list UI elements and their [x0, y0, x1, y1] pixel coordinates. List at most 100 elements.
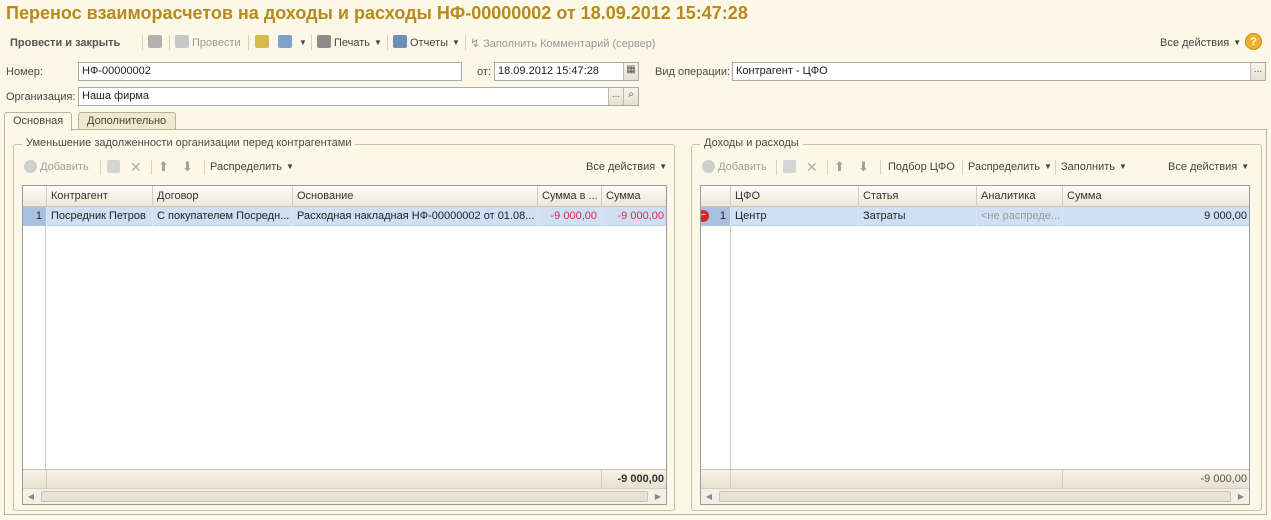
- tab-main[interactable]: Основная: [4, 112, 72, 131]
- add-button[interactable]: Добавить: [24, 159, 89, 175]
- column-header-number: [23, 186, 47, 207]
- table-row[interactable]: − 1 Центр Затраты <не распреде... 9 000,…: [701, 207, 1249, 226]
- fill-menu[interactable]: Заполнить ▼: [1061, 159, 1127, 175]
- document-title: Перенос взаиморасчетов на доходы и расхо…: [6, 3, 748, 23]
- scroll-right-icon[interactable]: ▶: [1233, 489, 1249, 504]
- number-field[interactable]: НФ-00000002: [78, 62, 462, 81]
- income-expense-table[interactable]: ЦФО Статья Аналитика Сумма − 1 Центр Зат…: [700, 185, 1250, 505]
- operation-type-field[interactable]: Контрагент - ЦФО ...: [732, 62, 1266, 81]
- fill-comment-button[interactable]: ↯ Заполнить Комментарий (сервер): [470, 34, 655, 52]
- cell-counterparty[interactable]: Посредник Петров: [47, 207, 153, 226]
- move-down-button[interactable]: ⬇: [182, 159, 193, 175]
- cell-sum[interactable]: 9 000,00: [1063, 207, 1249, 226]
- organization-value: Наша фирма: [82, 90, 150, 102]
- save-button[interactable]: [148, 34, 165, 52]
- horizontal-scrollbar[interactable]: ◀ ▶: [701, 488, 1249, 504]
- help-icon[interactable]: ?: [1245, 33, 1262, 50]
- table-footer: -9 000,00: [701, 469, 1249, 489]
- organization-field[interactable]: Наша фирма ... ⌕: [78, 87, 639, 106]
- print-menu[interactable]: Печать ▼: [317, 34, 382, 52]
- document-arrow-icon: [278, 35, 292, 48]
- create-based-button[interactable]: ▼: [278, 34, 307, 52]
- cell-analytics[interactable]: <не распреде...: [977, 207, 1063, 226]
- all-actions-menu[interactable]: Все действия ▼: [1160, 34, 1241, 52]
- journal-button[interactable]: [255, 34, 272, 52]
- column-header-cfo[interactable]: ЦФО: [731, 186, 859, 207]
- cell-sum-in[interactable]: -9 000,00: [538, 207, 602, 226]
- group-debt-reduction: Уменьшение задолженности организации пер…: [13, 137, 675, 511]
- horizontal-scrollbar[interactable]: ◀ ▶: [23, 488, 666, 504]
- calendar-icon[interactable]: ▦: [623, 63, 638, 80]
- close-icon: ✕: [806, 159, 818, 175]
- chevron-down-icon: ▼: [1241, 162, 1250, 171]
- ellipsis-button[interactable]: ...: [1250, 63, 1265, 80]
- cell-contract[interactable]: С покупателем Посредн...: [153, 207, 293, 226]
- all-actions-menu[interactable]: Все действия ▼: [586, 159, 667, 175]
- footer-cell: [23, 470, 47, 489]
- scroll-left-icon[interactable]: ◀: [701, 489, 717, 504]
- column-header-analytics[interactable]: Аналитика: [977, 186, 1063, 207]
- search-icon[interactable]: ⌕: [623, 88, 638, 105]
- column-header-contract[interactable]: Договор: [153, 186, 293, 207]
- column-header-basis[interactable]: Основание: [293, 186, 538, 207]
- add-label: Добавить: [40, 161, 89, 173]
- cell-basis[interactable]: Расходная накладная НФ-00000002 от 01.08…: [293, 207, 538, 226]
- move-up-button[interactable]: ⬆: [158, 159, 169, 175]
- group-title: Уменьшение задолженности организации пер…: [22, 137, 356, 149]
- delete-button[interactable]: ✕: [130, 159, 142, 175]
- organization-label: Организация:: [6, 91, 76, 103]
- column-header-item[interactable]: Статья: [859, 186, 977, 207]
- scroll-right-icon[interactable]: ▶: [650, 489, 666, 504]
- printer-icon: [317, 35, 331, 48]
- error-icon: −: [701, 210, 709, 222]
- separator: [387, 35, 388, 50]
- date-value: 18.09.2012 15:47:28: [498, 65, 599, 77]
- pick-cfo-button[interactable]: Подбор ЦФО: [888, 159, 955, 175]
- all-actions-label: Все действия: [586, 161, 656, 173]
- reports-menu[interactable]: Отчеты ▼: [393, 34, 460, 52]
- row-number-value: 1: [719, 210, 726, 222]
- distribute-menu[interactable]: Распределить ▼: [210, 159, 294, 175]
- move-up-button[interactable]: ⬆: [834, 159, 845, 175]
- chevron-down-icon: ▼: [452, 38, 460, 47]
- chevron-down-icon: ▼: [299, 38, 307, 47]
- all-actions-menu[interactable]: Все действия ▼: [1168, 159, 1249, 175]
- cell-item[interactable]: Затраты: [859, 207, 977, 226]
- chevron-down-icon: ▼: [286, 162, 294, 171]
- post-button[interactable]: Провести: [175, 34, 241, 52]
- distribute-menu[interactable]: Распределить ▼: [968, 159, 1052, 175]
- post-and-close-button[interactable]: Провести и закрыть: [10, 34, 120, 52]
- close-icon: ✕: [130, 159, 142, 175]
- delete-button[interactable]: ✕: [806, 159, 818, 175]
- operation-type-value: Контрагент - ЦФО: [736, 65, 828, 77]
- ellipsis-button[interactable]: ...: [608, 88, 623, 105]
- copy-button[interactable]: [107, 159, 120, 175]
- arrow-icon: ↯: [470, 36, 481, 50]
- move-down-button[interactable]: ⬇: [858, 159, 869, 175]
- column-header-counterparty[interactable]: Контрагент: [47, 186, 153, 207]
- column-header-sum[interactable]: Сумма: [602, 186, 666, 207]
- post-icon: [175, 35, 189, 48]
- footer-cell: [731, 470, 1063, 489]
- scroll-left-icon[interactable]: ◀: [23, 489, 39, 504]
- tab-additional[interactable]: Дополнительно: [78, 112, 176, 130]
- table-toolbar: Добавить ✕ ⬆ ⬇ Распределить ▼ Все действи…: [24, 159, 669, 175]
- all-actions-label: Все действия: [1160, 37, 1230, 49]
- cell-cfo[interactable]: Центр: [731, 207, 859, 226]
- footer-total: -9 000,00: [1200, 473, 1247, 485]
- chevron-down-icon: ▼: [1119, 162, 1127, 171]
- add-button[interactable]: Добавить: [702, 159, 767, 175]
- date-field[interactable]: 18.09.2012 15:47:28 ▦: [494, 62, 639, 81]
- column-header-sum[interactable]: Сумма: [1063, 186, 1249, 207]
- scroll-thumb[interactable]: [719, 491, 1231, 502]
- scroll-thumb[interactable]: [41, 491, 648, 502]
- copy-button[interactable]: [783, 159, 796, 175]
- row-number: 1: [23, 207, 47, 226]
- column-header-sum-in[interactable]: Сумма в ...: [538, 186, 602, 207]
- table-row[interactable]: 1 Посредник Петров С покупателем Посредн…: [23, 207, 666, 226]
- print-label: Печать: [334, 37, 371, 49]
- chevron-down-icon: ▼: [374, 38, 382, 47]
- debt-table[interactable]: Контрагент Договор Основание Сумма в ...…: [22, 185, 667, 505]
- cell-sum[interactable]: -9 000,00: [602, 207, 666, 226]
- arrow-up-icon: ⬆: [834, 159, 845, 174]
